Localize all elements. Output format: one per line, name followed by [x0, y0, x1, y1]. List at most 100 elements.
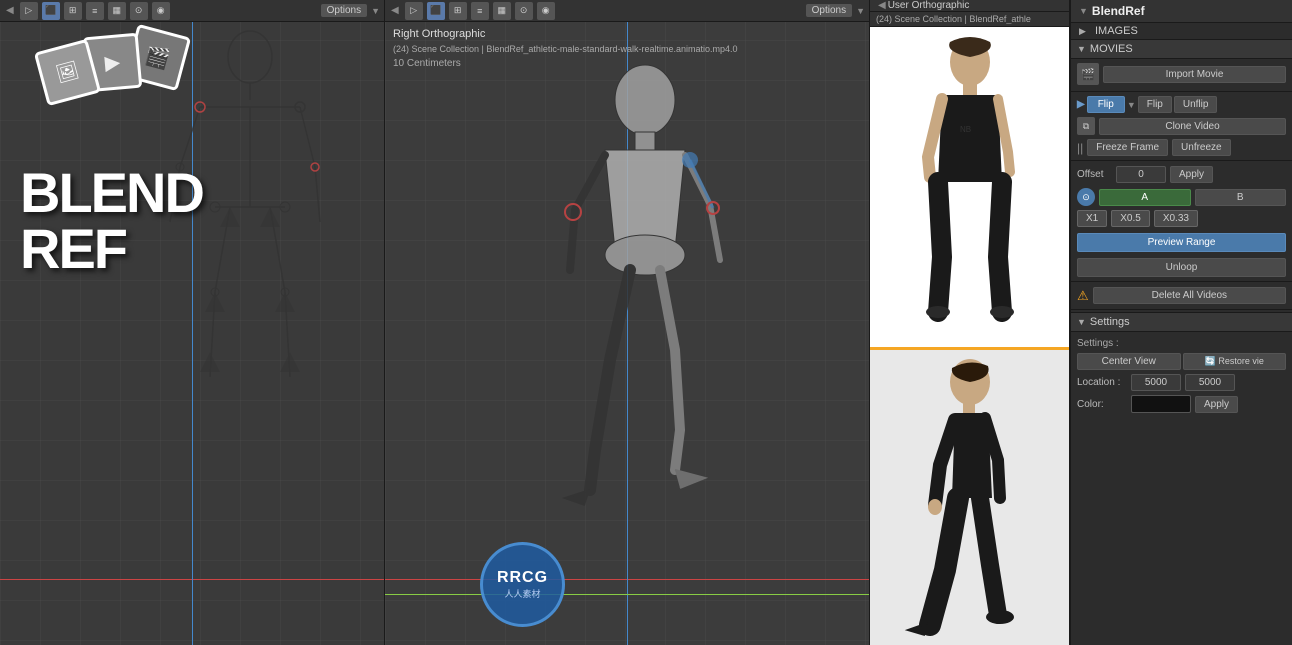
- video-frame-bottom: [870, 350, 1069, 645]
- left-icon-5[interactable]: ▦: [108, 2, 126, 20]
- warning-icon: ⚠: [1077, 288, 1089, 304]
- blendref-title-row: ▼ BlendRef: [1071, 0, 1292, 23]
- side-controls-panel: ▼ BlendRef ▶ IMAGES ▼ MOVIES 🎬 Import Mo…: [1070, 0, 1292, 645]
- blendref-logo: 🎬 ▶ 🖼 BLEND REF: [20, 30, 220, 277]
- settings-arrow-icon: ▼: [1077, 317, 1086, 327]
- right-nav-arrow[interactable]: ◀: [876, 0, 888, 11]
- settings-section-header[interactable]: ▼ Settings: [1071, 312, 1292, 332]
- ab-b-button[interactable]: B: [1195, 189, 1287, 206]
- images-arrow-icon: ▶: [1079, 26, 1091, 37]
- video-person-front-svg: NB: [870, 27, 1069, 322]
- mid-icon-1[interactable]: ▷: [405, 2, 423, 20]
- mid-icon-7[interactable]: ◉: [537, 2, 555, 20]
- left-icon-7[interactable]: ◉: [152, 2, 170, 20]
- import-movie-row: 🎬 Import Movie: [1071, 59, 1292, 89]
- mid-viewport-label: Right Orthographic: [393, 26, 738, 43]
- left-nav-arrow[interactable]: ◀: [4, 5, 16, 16]
- color-label: Color:: [1077, 399, 1127, 410]
- movies-label: MOVIES: [1090, 43, 1133, 55]
- flip-active-indicator: ▶: [1077, 99, 1085, 110]
- video-frame-top: NB: [870, 27, 1069, 350]
- movies-arrow-icon: ▼: [1077, 44, 1086, 54]
- mid-icon-2[interactable]: ⬛: [427, 2, 445, 20]
- speed-x1-button[interactable]: X1: [1077, 210, 1107, 227]
- flip-row: ▶ Flip ▼ Flip Unflip: [1071, 94, 1292, 115]
- divider-4: [1071, 309, 1292, 310]
- mid-icon-4[interactable]: ≡: [471, 2, 489, 20]
- freeze-frame-button[interactable]: Freeze Frame: [1087, 139, 1168, 156]
- movies-section-header[interactable]: ▼ MOVIES: [1071, 39, 1292, 59]
- mid-panel-info: Right Orthographic (24) Scene Collection…: [393, 26, 738, 71]
- offset-input[interactable]: [1116, 166, 1166, 183]
- flip-inactive-button[interactable]: Flip: [1138, 96, 1172, 113]
- left-panel-header: ◀ ▷ ⬛ ⊞ ≡ ▦ ⊙ ◉ Options ▼: [0, 0, 384, 22]
- flip-dropdown-arrow[interactable]: ▼: [1127, 100, 1136, 110]
- logo-blend-text: BLEND: [20, 165, 220, 221]
- svg-text:NB: NB: [960, 125, 971, 134]
- left-icon-3[interactable]: ⊞: [64, 2, 82, 20]
- preview-range-button[interactable]: Preview Range: [1077, 233, 1286, 252]
- middle-nav-arrow[interactable]: ◀: [389, 5, 401, 16]
- clone-video-button[interactable]: Clone Video: [1099, 118, 1286, 135]
- mid-icon-5[interactable]: ▦: [493, 2, 511, 20]
- import-movie-button[interactable]: Import Movie: [1103, 66, 1286, 83]
- mid-icon-6[interactable]: ⊙: [515, 2, 533, 20]
- clone-icon: ⧉: [1077, 117, 1095, 135]
- delete-all-button[interactable]: Delete All Videos: [1093, 287, 1286, 304]
- left-options-arrow: ▼: [371, 6, 380, 16]
- left-options-button[interactable]: Options: [321, 4, 367, 17]
- ab-icon[interactable]: ⊙: [1077, 188, 1095, 206]
- mid-axis-green: [385, 594, 869, 595]
- divider-3: [1071, 281, 1292, 282]
- left-icon-1[interactable]: ▷: [20, 2, 38, 20]
- mid-scene-collection: (24) Scene Collection | BlendRef_athleti…: [393, 43, 738, 57]
- mid-options-arrow: ▼: [856, 6, 865, 16]
- location-label: Location :: [1077, 377, 1127, 388]
- left-icon-6[interactable]: ⊙: [130, 2, 148, 20]
- speed-row: X1 X0.5 X0.33: [1071, 208, 1292, 229]
- main-container: ◀ ▷ ⬛ ⊞ ≡ ▦ ⊙ ◉ Options ▼ 🎬: [0, 0, 1292, 645]
- color-row: Color: Apply: [1077, 393, 1286, 415]
- ab-a-button[interactable]: A: [1099, 189, 1191, 206]
- settings-section-label: Settings: [1090, 316, 1130, 328]
- settings-colon-label: Settings :: [1077, 336, 1286, 351]
- middle-panel-header: ◀ ▷ ⬛ ⊞ ≡ ▦ ⊙ ◉ Options ▼: [385, 0, 869, 22]
- speed-x033-button[interactable]: X0.33: [1154, 210, 1198, 227]
- left-icon-4[interactable]: ≡: [86, 2, 104, 20]
- center-restore-row: Center View 🔄 Restore vie: [1077, 351, 1286, 372]
- mid-options-button[interactable]: Options: [806, 4, 852, 17]
- delete-row: ⚠ Delete All Videos: [1071, 284, 1292, 307]
- offset-label: Offset: [1077, 169, 1112, 180]
- ab-row: ⊙ A B: [1071, 186, 1292, 208]
- unloop-button[interactable]: Unloop: [1077, 258, 1286, 277]
- center-view-button[interactable]: Center View: [1077, 353, 1181, 370]
- location-y-input[interactable]: [1185, 374, 1235, 391]
- unfreeze-button[interactable]: Unfreeze: [1172, 139, 1231, 156]
- right-video-panel: ◀ User Orthographic (24) Scene Collectio…: [870, 0, 1070, 645]
- speed-x05-button[interactable]: X0.5: [1111, 210, 1150, 227]
- location-x-input[interactable]: [1131, 374, 1181, 391]
- restore-view-button[interactable]: 🔄 Restore vie: [1183, 353, 1287, 370]
- user-ortho-info: (24) Scene Collection | BlendRef_athle: [870, 12, 1069, 27]
- images-label: IMAGES: [1095, 25, 1138, 37]
- right-panel-header: ◀ User Orthographic: [870, 0, 1069, 12]
- middle-viewport-panel: ◀ ▷ ⬛ ⊞ ≡ ▦ ⊙ ◉ Options ▼ Right Orthogra…: [385, 0, 870, 645]
- film-icon: 🎬: [1077, 63, 1099, 85]
- mid-icon-3[interactable]: ⊞: [449, 2, 467, 20]
- offset-apply-button[interactable]: Apply: [1170, 166, 1213, 183]
- offset-row: Offset Apply: [1071, 163, 1292, 186]
- blendref-expand-arrow[interactable]: ▼: [1079, 6, 1088, 16]
- video-person-side-svg: [870, 350, 1069, 645]
- unflip-button[interactable]: Unflip: [1174, 96, 1218, 113]
- mid-measurement: 10 Centimeters: [393, 56, 738, 71]
- left-icon-2[interactable]: ⬛: [42, 2, 60, 20]
- divider-2: [1071, 160, 1292, 161]
- logo-ref-text: REF: [20, 221, 220, 277]
- blendref-title: BlendRef: [1092, 4, 1145, 18]
- color-apply-button[interactable]: Apply: [1195, 396, 1238, 413]
- user-scene-collection: (24) Scene Collection | BlendRef_athle: [876, 14, 1063, 24]
- images-tree-item[interactable]: ▶ IMAGES: [1071, 23, 1292, 39]
- pipe-icon: ||: [1077, 141, 1083, 155]
- flip-active-button[interactable]: Flip: [1087, 96, 1125, 113]
- color-swatch[interactable]: [1131, 395, 1191, 413]
